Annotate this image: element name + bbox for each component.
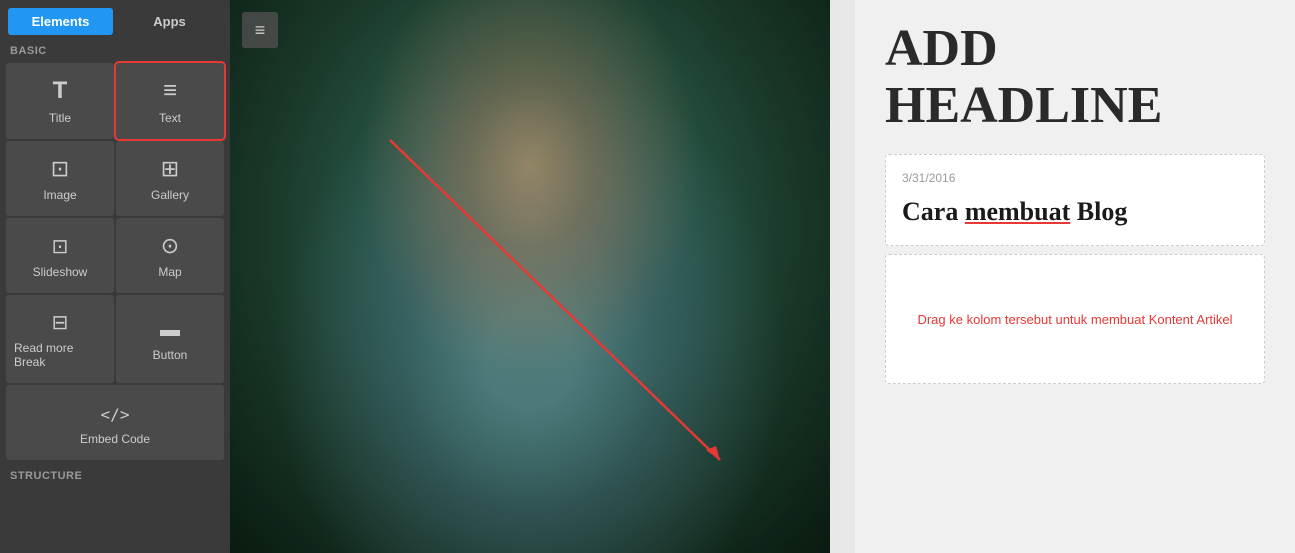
hamburger-icon: ≡ [255,20,266,41]
toolbar-menu-button[interactable]: ≡ [242,12,278,48]
text-icon [163,77,177,105]
tab-elements[interactable]: Elements [8,8,113,35]
right-panel: ADD HEADLINE 3/31/2016 Cara membuat Blog… [855,0,1295,553]
element-image-label: Image [43,188,76,202]
element-slideshow-label: Slideshow [33,265,88,279]
element-text-label: Text [159,111,181,125]
article-title-part1: Cara [902,197,965,226]
photo-background: ≡ [230,0,830,553]
headline-text: ADD HEADLINE [885,20,1265,134]
article-title-underline: membuat [965,197,1070,226]
slideshow-icon [52,233,69,259]
article-title-part2: Blog [1070,197,1127,226]
button-icon [160,316,180,342]
canvas-area: ≡ [230,0,855,553]
gallery-icon [161,156,179,182]
element-embed[interactable]: Embed Code [6,385,224,460]
element-slideshow[interactable]: Slideshow [6,218,114,293]
article-title: Cara membuat Blog [902,195,1248,229]
drop-zone[interactable]: Drag ke kolom tersebut untuk membuat Kon… [885,254,1265,384]
element-gallery[interactable]: Gallery [116,141,224,216]
element-gallery-label: Gallery [151,188,189,202]
basic-section-label: BASIC [0,35,230,63]
element-button-label: Button [153,348,188,362]
sidebar: Elements Apps BASIC Title Text Image Gal… [0,0,230,553]
structure-section-label: STRUCTURE [0,460,230,486]
elements-grid: Title Text Image Gallery Slideshow Map [0,63,230,460]
element-text[interactable]: Text [116,63,224,139]
image-icon [51,156,69,182]
readmore-icon [52,309,69,335]
element-title[interactable]: Title [6,63,114,139]
article-date: 3/31/2016 [902,171,1248,185]
article-card: 3/31/2016 Cara membuat Blog [885,154,1265,246]
element-map[interactable]: Map [116,218,224,293]
element-image[interactable]: Image [6,141,114,216]
element-title-label: Title [49,111,71,125]
element-readmore[interactable]: Read more Break [6,295,114,383]
photo-overlay [230,0,830,553]
drop-hint-text: Drag ke kolom tersebut untuk membuat Kon… [907,302,1242,337]
map-icon [161,233,179,259]
element-button[interactable]: Button [116,295,224,383]
title-icon [53,77,68,105]
sidebar-tabs: Elements Apps [0,0,230,35]
element-embed-label: Embed Code [80,432,150,446]
tab-apps[interactable]: Apps [117,8,222,35]
element-readmore-label: Read more Break [14,341,106,369]
embed-icon [101,400,130,426]
element-map-label: Map [158,265,181,279]
